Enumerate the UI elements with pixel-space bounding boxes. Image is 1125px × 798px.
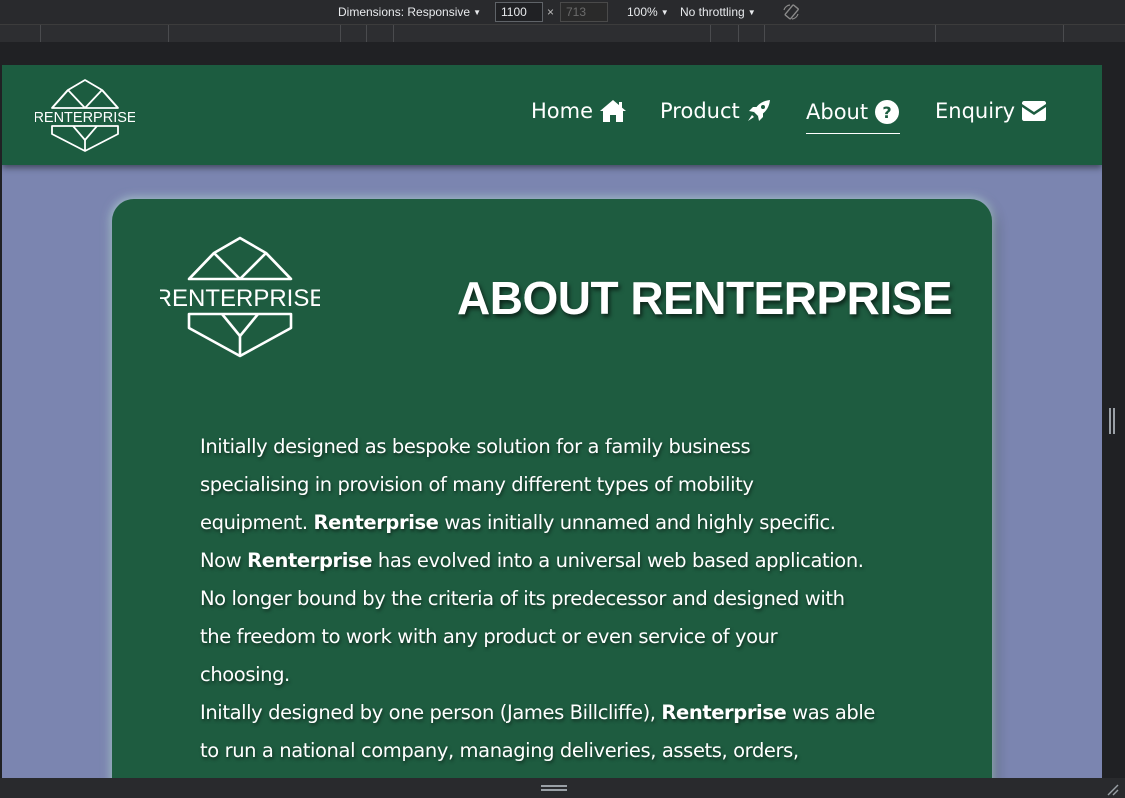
zoom-label: 100% — [627, 5, 658, 19]
throttle-dropdown[interactable]: No throttling ▼ — [680, 5, 756, 19]
emulated-viewport: RENTERPRISE Home Product About ? Enquiry… — [2, 65, 1102, 778]
nav-enquiry-link[interactable]: Enquiry — [935, 99, 1047, 131]
about-line: choosing. — [200, 663, 290, 686]
nav-about-link[interactable]: About ? — [806, 99, 901, 134]
zoom-dropdown[interactable]: 100% ▼ — [627, 5, 669, 19]
nav-product-link[interactable]: Product — [660, 99, 772, 131]
nav-product-label: Product — [660, 99, 740, 123]
height-input[interactable]: 713 — [560, 2, 608, 22]
brand-name: Renterprise — [313, 511, 439, 534]
times-icon: × — [547, 5, 555, 19]
caret-down-icon: ▼ — [473, 8, 481, 17]
resize-corner-icon[interactable] — [1105, 782, 1119, 796]
throttle-label: No throttling — [680, 5, 745, 19]
renterprise-logo-large: RENTERPRISE — [160, 236, 320, 358]
media-query-bar[interactable] — [0, 25, 1125, 42]
site-navbar: RENTERPRISE Home Product About ? Enquiry — [2, 65, 1102, 165]
rocket-icon — [747, 100, 770, 121]
dimensions-dropdown[interactable]: Dimensions: Responsive ▼ — [338, 5, 481, 19]
logo-text: RENTERPRISE — [160, 285, 320, 312]
page-title: ABOUT RENTERPRISE — [457, 272, 952, 324]
about-text: Initially designed as bespoke solution f… — [200, 428, 910, 770]
about-line: to run a national company, managing deli… — [200, 739, 799, 762]
width-input[interactable]: 1100 — [495, 2, 543, 22]
envelope-icon — [1022, 101, 1047, 121]
rotate-icon[interactable] — [782, 3, 800, 21]
about-line: No longer bound by the criteria of its p… — [200, 587, 845, 610]
devtools-spacer — [0, 42, 1125, 65]
resize-handle-right[interactable] — [1109, 408, 1115, 434]
caret-down-icon: ▼ — [747, 8, 756, 17]
nav-about-label: About — [806, 100, 869, 124]
brand-name: Renterprise — [661, 701, 787, 724]
svg-text:?: ? — [882, 103, 891, 122]
about-line: equipment. Renterprise was initially unn… — [200, 511, 836, 534]
about-line: the freedom to work with any product or … — [200, 625, 778, 648]
logo-text: RENTERPRISE — [35, 110, 135, 126]
devtools-device-toolbar: Dimensions: Responsive ▼ 1100 × 713 100% ▼… — [0, 0, 1125, 25]
dimensions-label: Dimensions: Responsive — [338, 5, 471, 19]
about-line: Initally designed by one person (James B… — [200, 701, 875, 724]
about-line: specialising in provision of many differ… — [200, 473, 754, 496]
resize-handle-bottom[interactable] — [541, 785, 567, 791]
nav-home-link[interactable]: Home — [531, 99, 627, 131]
question-circle-icon: ? — [875, 100, 900, 124]
nav-home-label: Home — [531, 99, 594, 123]
about-line: Initially designed as bespoke solution f… — [200, 435, 751, 458]
home-icon — [600, 100, 627, 122]
brand-name: Renterprise — [247, 549, 373, 572]
about-line: Now Renterprise has evolved into a unive… — [200, 549, 864, 572]
caret-down-icon: ▼ — [660, 8, 669, 17]
about-card: RENTERPRISE ABOUT RENTERPRISE Initially … — [112, 199, 992, 778]
renterprise-logo[interactable]: RENTERPRISE — [35, 78, 135, 153]
nav-enquiry-label: Enquiry — [935, 99, 1016, 123]
